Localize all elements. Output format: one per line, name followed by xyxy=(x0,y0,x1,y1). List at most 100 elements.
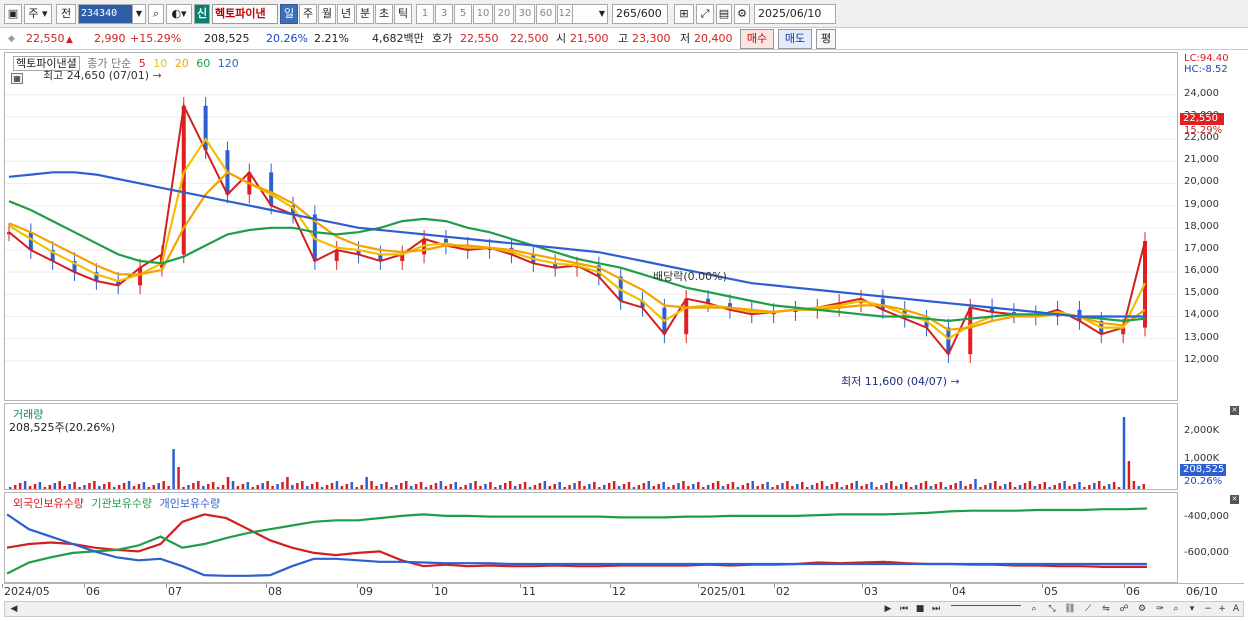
close-icon[interactable]: ✕ xyxy=(1230,406,1239,415)
volume-bar xyxy=(385,482,388,489)
pattern-icon[interactable]: ✑ xyxy=(1153,603,1167,616)
high-price: 23,300 xyxy=(632,32,671,45)
price-tick: 16,000 xyxy=(1184,265,1219,277)
gear-icon[interactable]: ⚙ xyxy=(734,4,750,24)
volume-bar xyxy=(266,481,269,489)
price-chart-svg[interactable] xyxy=(5,53,1178,401)
price-change: 2,990 xyxy=(94,32,126,45)
volume-bar xyxy=(33,484,37,489)
zoom-icon[interactable]: ⌕ xyxy=(1027,603,1041,616)
volume-bar xyxy=(761,484,764,489)
trendline-icon[interactable]: ⤢ xyxy=(696,4,714,24)
chevron-down-icon[interactable]: ▾ xyxy=(1185,603,1199,616)
scroll-left-icon[interactable]: ◀ xyxy=(7,603,21,616)
search-icon[interactable]: ⌕ xyxy=(148,4,164,24)
minute-tab-5[interactable]: 5 xyxy=(454,4,472,24)
period-select[interactable]: 전 xyxy=(56,4,76,24)
legend-foreign[interactable]: 외국인보유수량 xyxy=(13,497,84,510)
minute-tab-30[interactable]: 30 xyxy=(515,4,535,24)
stop-icon[interactable]: ■ xyxy=(913,603,927,616)
compare-icon[interactable]: ⇋ xyxy=(1099,603,1113,616)
volume-bar xyxy=(593,482,596,489)
date-field[interactable]: 2025/06/10 xyxy=(754,4,836,24)
price-tick: 13,000 xyxy=(1184,331,1219,343)
volume-bar xyxy=(741,485,745,489)
close-icon[interactable]: ✕ xyxy=(1230,495,1239,504)
right-arrow-icon: → xyxy=(950,375,960,388)
prev-next-icon[interactable]: ◐▾ xyxy=(166,4,192,24)
volume-bar xyxy=(68,484,71,489)
legend-individual[interactable]: 개인보유수량 xyxy=(160,497,221,510)
minute-tab-60[interactable]: 60 xyxy=(536,4,556,24)
interval-dropdown[interactable]: ▼ xyxy=(572,4,608,24)
volume-bar xyxy=(271,486,274,489)
fib-icon[interactable]: ☍ xyxy=(1117,603,1131,616)
period-tab-2[interactable]: 월 xyxy=(318,4,336,24)
table-icon[interactable]: ▦ xyxy=(11,73,23,84)
market-select[interactable]: 주 ▾ xyxy=(24,4,52,24)
minute-tab-10[interactable]: 10 xyxy=(473,4,493,24)
chart-scrollbar[interactable]: ◀ ▶ ⏮ ■ ⏭ ⌕ ⤡ ⛓ ⟋ ⇋ ☍ ⚙ ✑ ⌕ ▾ − + A xyxy=(4,601,1244,617)
x-tick-mark xyxy=(166,584,167,588)
crosshair-icon[interactable]: ⊞ xyxy=(674,4,694,24)
volume-bar xyxy=(172,449,175,489)
buy-button[interactable]: 매수 xyxy=(740,29,774,49)
draw-tool-icon[interactable]: ⤡ xyxy=(1045,603,1059,616)
stock-name-field[interactable]: 헥토파이낸 xyxy=(212,4,278,24)
scroll-right-icon[interactable]: ▶ xyxy=(881,603,895,616)
link-icon[interactable]: ⛓ xyxy=(1063,603,1077,616)
font-size-icon[interactable]: A xyxy=(1229,603,1243,616)
eval-button[interactable]: 평 xyxy=(816,29,836,49)
minus-icon[interactable]: − xyxy=(1201,603,1215,616)
volume-bar xyxy=(543,481,547,489)
volume-bar xyxy=(108,482,111,489)
minute-tab-20[interactable]: 20 xyxy=(494,4,514,24)
quote-bar: ◆ 22,550 ▲ 2,990 +15.29% 208,525 20.26% … xyxy=(0,28,1248,50)
volume-chart-svg[interactable] xyxy=(5,404,1178,490)
volume-bar xyxy=(721,486,725,489)
rewind-icon[interactable]: ⏮ xyxy=(897,603,911,616)
plus-icon[interactable]: + xyxy=(1215,603,1229,616)
settings-icon[interactable]: ⚙ xyxy=(1135,603,1149,616)
chart-toolbar: ▣ 주 ▾ 전 234340 ▼ ⌕ ◐▾ 신 헥토파이낸 일주월년분초틱 13… xyxy=(0,0,1248,28)
volume-bar xyxy=(449,484,453,489)
volume-bar xyxy=(434,483,438,489)
zoom-slider[interactable] xyxy=(951,605,1021,613)
volume-bar xyxy=(810,485,814,489)
sell-button[interactable]: 매도 xyxy=(778,29,812,49)
volume-bar xyxy=(989,483,992,489)
measure-icon[interactable]: ⟋ xyxy=(1081,603,1095,616)
period-tab-3[interactable]: 년 xyxy=(337,4,355,24)
minute-tab-3[interactable]: 3 xyxy=(435,4,453,24)
x-tick: 12 xyxy=(612,585,626,598)
quote-toggle-icon[interactable]: ◆ xyxy=(8,31,15,47)
legend-ma-60: 60 xyxy=(196,57,211,70)
x-tick: 07 xyxy=(168,585,182,598)
volume-bar xyxy=(766,482,769,489)
x-tick: 05 xyxy=(1044,585,1058,598)
count-field[interactable]: 265/600 xyxy=(612,4,668,24)
candle-body xyxy=(138,267,143,286)
volume-bar xyxy=(395,485,398,489)
volume-bar xyxy=(909,487,913,489)
period-tab-4[interactable]: 분 xyxy=(356,4,374,24)
magnifier-icon[interactable]: ⌕ xyxy=(1169,603,1183,616)
volume-bar xyxy=(850,483,853,489)
period-tab-6[interactable]: 틱 xyxy=(394,4,412,24)
forward-icon[interactable]: ⏭ xyxy=(929,603,943,616)
legend-institution[interactable]: 기관보유수량 xyxy=(91,497,152,510)
period-tab-0[interactable]: 일 xyxy=(280,4,298,24)
minute-tab-1[interactable]: 1 xyxy=(416,4,434,24)
period-tab-5[interactable]: 초 xyxy=(375,4,393,24)
volume-bar xyxy=(152,485,156,489)
volume-bar xyxy=(439,481,443,489)
volume-bar xyxy=(1053,485,1056,489)
period-tab-1[interactable]: 주 xyxy=(299,4,317,24)
volume-bar xyxy=(568,485,571,489)
volume-bar xyxy=(974,479,977,489)
window-menu-icon[interactable]: ▣ xyxy=(4,4,22,24)
save-icon[interactable]: ▤ xyxy=(716,4,732,24)
low-label: 저 xyxy=(680,32,691,45)
x-tick-mark xyxy=(2,584,3,588)
code-dropdown-icon[interactable]: ▼ xyxy=(132,4,146,24)
